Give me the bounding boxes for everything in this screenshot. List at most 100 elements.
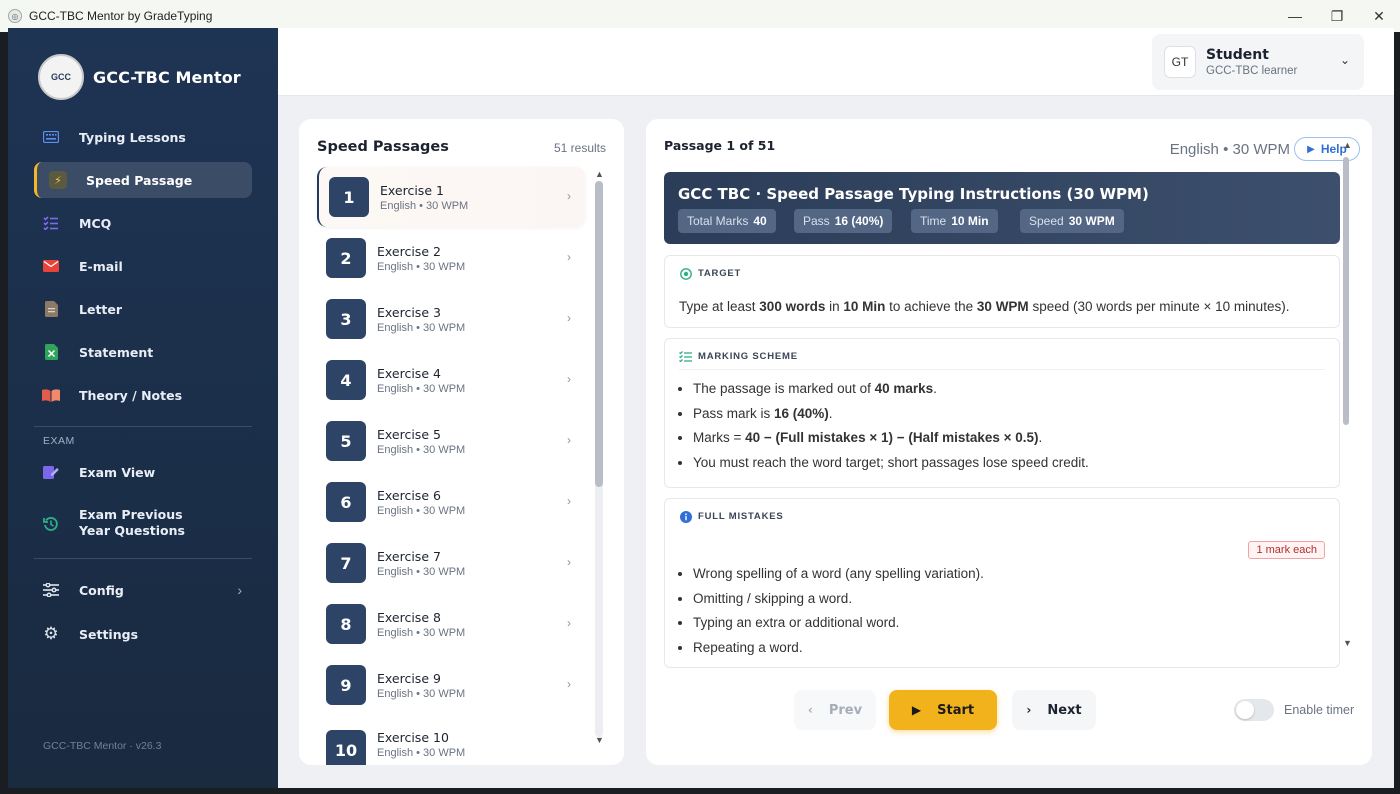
sidebar-item-label: Letter	[79, 301, 123, 317]
passage-indicator: Passage 1 of 51	[664, 138, 776, 153]
mail-icon	[42, 257, 60, 275]
exercise-meta: English • 30 WPM	[377, 260, 466, 273]
start-button[interactable]: ▶ Start	[889, 690, 997, 730]
brand-name: GCC-TBC Mentor	[93, 67, 241, 87]
timer-toggle[interactable]	[1234, 699, 1274, 721]
sidebar-item-label: Typing Lessons	[79, 129, 186, 145]
user-name: Student	[1206, 47, 1269, 63]
scrollbar-thumb[interactable]	[595, 181, 603, 487]
exercise-meta: English • 30 WPM	[377, 382, 466, 395]
pill-value: 30 WPM	[1068, 214, 1115, 228]
pill-total-marks: Total Marks 40	[678, 209, 776, 233]
exercise-name: Exercise 4	[377, 365, 441, 381]
brand[interactable]: GCC GCC-TBC Mentor	[38, 54, 241, 100]
exercise-name: Exercise 1	[380, 182, 444, 198]
sidebar-item-label: E-mail	[79, 258, 123, 274]
pill-label: Speed	[1029, 214, 1064, 228]
list-item[interactable]: 1 Exercise 1 English • 30 WPM ›	[317, 167, 585, 227]
bolt-icon: ⚡	[49, 171, 67, 189]
scrollbar-thumb[interactable]	[1343, 157, 1349, 425]
exercise-meta: English • 30 WPM	[377, 321, 466, 334]
card-heading: TARGET	[679, 267, 741, 280]
list-item[interactable]: 2 Exercise 2 English • 30 WPM ›	[317, 228, 585, 288]
spreadsheet-icon	[42, 343, 60, 361]
list-scrollbar[interactable]	[595, 181, 603, 737]
sidebar-item-exam-previous-year[interactable]: Exam Previous Year Questions	[34, 501, 252, 545]
list-item[interactable]: 8 Exercise 8 English • 30 WPM ›	[317, 594, 585, 654]
sidebar-item-letter[interactable]: Letter	[34, 291, 252, 327]
list-item[interactable]: 10 Exercise 10 English • 30 WPM	[317, 716, 585, 765]
sidebar-divider	[34, 558, 252, 559]
top-bar: GT Student GCC-TBC learner ⌄	[278, 28, 1394, 96]
banner-title: GCC TBC · Speed Passage Typing Instructi…	[678, 185, 1149, 203]
exercise-number: 2	[326, 238, 366, 278]
scroll-up-arrow[interactable]: ▲	[595, 169, 604, 179]
list-item: Wrong spelling of a word (any spelling v…	[693, 566, 984, 591]
sidebar-item-speed-passage[interactable]: ⚡ Speed Passage	[34, 162, 252, 198]
list-check-icon	[679, 350, 692, 363]
main-area: GT Student GCC-TBC learner ⌄ Speed Passa…	[278, 28, 1394, 788]
sidebar-item-label: Exam View	[79, 464, 156, 480]
sidebar-item-label: Settings	[79, 626, 139, 642]
full-mistakes-list: Wrong spelling of a word (any spelling v…	[693, 566, 984, 664]
list-item[interactable]: 7 Exercise 7 English • 30 WPM ›	[317, 533, 585, 593]
exercise-meta: English • 30 WPM	[377, 626, 466, 639]
sidebar-item-email[interactable]: E-mail	[34, 248, 252, 284]
list-item[interactable]: 6 Exercise 6 English • 30 WPM ›	[317, 472, 585, 532]
exercise-number: 1	[329, 177, 369, 217]
list-item[interactable]: 9 Exercise 9 English • 30 WPM ›	[317, 655, 585, 715]
pen-icon	[42, 463, 60, 481]
pill-speed: Speed 30 WPM	[1020, 209, 1124, 233]
list-item: You must reach the word target; short pa…	[693, 455, 1089, 480]
brand-logo: GCC	[38, 54, 84, 100]
exercise-name: Exercise 9	[377, 670, 441, 686]
list-item[interactable]: 5 Exercise 5 English • 30 WPM ›	[317, 411, 585, 471]
list-item: Typing an extra or additional word.	[693, 615, 984, 640]
chevron-right-icon: ›	[1026, 703, 1032, 717]
scroll-down-arrow[interactable]: ▼	[595, 735, 604, 745]
toggle-knob	[1236, 701, 1254, 719]
sidebar-item-mcq[interactable]: MCQ	[34, 205, 252, 241]
exercise-name: Exercise 5	[377, 426, 441, 442]
list-title: Speed Passages	[317, 139, 449, 155]
sidebar-item-label: Speed Passage	[86, 172, 193, 188]
chevron-right-icon: ›	[567, 677, 571, 691]
detail-scrollbar[interactable]	[1342, 149, 1350, 649]
sliders-icon	[42, 581, 60, 599]
full-mistakes-card: FULL MISTAKES 1 mark each Wrong spelling…	[664, 498, 1340, 668]
sidebar-item-settings[interactable]: ⚙ Settings	[34, 616, 252, 652]
sidebar-item-typing-lessons[interactable]: Typing Lessons	[34, 119, 252, 155]
sidebar-item-label: Exam Previous Year Questions	[79, 507, 185, 538]
exercise-meta: English • 30 WPM	[377, 565, 466, 578]
list-item[interactable]: 3 Exercise 3 English • 30 WPM ›	[317, 289, 585, 349]
chevron-right-icon: ›	[567, 555, 571, 569]
app-icon: ◎	[8, 9, 22, 23]
pill-label: Pass	[803, 214, 830, 228]
scroll-down-arrow[interactable]: ▼	[1343, 638, 1352, 648]
play-icon: ▶	[1307, 143, 1315, 155]
exercise-meta: English • 30 WPM	[377, 443, 466, 456]
instructions-banner: GCC TBC · Speed Passage Typing Instructi…	[664, 172, 1340, 244]
list-item: The passage is marked out of 40 marks.	[693, 381, 1089, 406]
exercise-name: Exercise 8	[377, 609, 441, 625]
sidebar-divider	[34, 426, 252, 427]
sidebar-item-config[interactable]: Config ›	[34, 572, 252, 608]
next-button[interactable]: › Next	[1012, 690, 1096, 730]
sidebar-item-exam-view[interactable]: Exam View	[34, 454, 252, 490]
exercise-meta: English • 30 WPM	[380, 199, 469, 212]
sidebar-item-theory-notes[interactable]: Theory / Notes	[34, 377, 252, 413]
list-item: Marks = 40 − (Full mistakes × 1) − (Half…	[693, 430, 1089, 455]
user-menu[interactable]: GT Student GCC-TBC learner ⌄	[1152, 34, 1364, 90]
list-item[interactable]: 4 Exercise 4 English • 30 WPM ›	[317, 350, 585, 410]
info-icon	[679, 510, 692, 523]
sidebar-item-statement[interactable]: Statement	[34, 334, 252, 370]
pill-time: Time 10 Min	[911, 209, 998, 233]
list-item: Omitting / skipping a word.	[693, 591, 984, 616]
checklist-icon	[42, 214, 60, 232]
list-item: Repeating a word.	[693, 640, 984, 665]
app-version: GCC-TBC Mentor · v26.3	[43, 740, 162, 752]
exercise-number: 10	[326, 730, 366, 765]
sidebar-item-label: Theory / Notes	[79, 387, 183, 403]
prev-button[interactable]: ‹ Prev	[794, 690, 876, 730]
exercise-number: 8	[326, 604, 366, 644]
